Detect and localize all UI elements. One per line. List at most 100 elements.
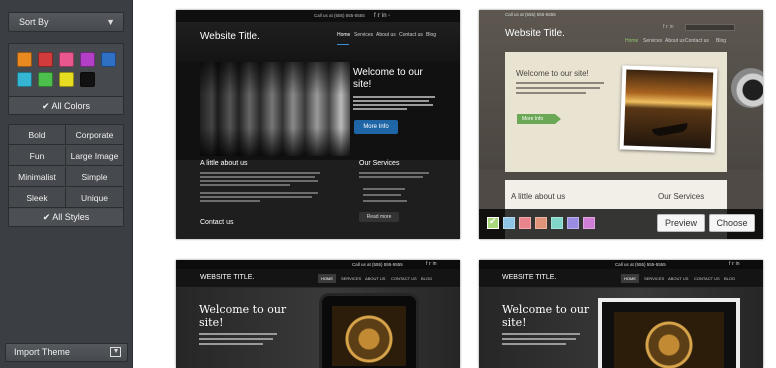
- about-heading: A little about us: [511, 192, 566, 201]
- style-option-minimalist[interactable]: Minimalist: [9, 167, 66, 187]
- theme-filter-sidebar: Sort By ▼ ✔ All Colors Bold Corporate Fu…: [0, 0, 133, 368]
- lorem-line: [516, 92, 586, 94]
- services-heading: Our Services: [359, 160, 400, 167]
- style-option-fun[interactable]: Fun: [9, 146, 66, 166]
- theme-nav-home: Home: [337, 32, 351, 38]
- color-swatch-cyan[interactable]: [17, 72, 32, 87]
- hero-heading-line1: Welcome to our: [199, 303, 287, 316]
- theme-nav-contact: Contact us: [399, 32, 423, 38]
- color-swatch-green[interactable]: [38, 72, 53, 87]
- sort-by-dropdown[interactable]: Sort By ▼: [8, 12, 124, 32]
- hero-heading-line1: Welcome to our: [353, 67, 423, 78]
- lorem-line: [502, 343, 566, 345]
- style-option-simple[interactable]: Simple: [66, 167, 123, 187]
- color-swatch-pink[interactable]: [59, 52, 74, 67]
- check-icon: ✔: [41, 101, 50, 111]
- theme-nav-blog: BLOG: [724, 276, 736, 281]
- all-styles-button[interactable]: ✔ All Styles: [9, 209, 123, 226]
- lorem-line: [363, 200, 407, 202]
- color-swatch-yellow[interactable]: [59, 72, 74, 87]
- lorem-line: [502, 333, 580, 335]
- theme-nav-services: Services: [354, 32, 374, 38]
- hero-heading: Welcome to our site!: [516, 69, 589, 78]
- all-colors-label: All Colors: [51, 101, 91, 111]
- theme-nav-about: ABOUT US: [365, 276, 386, 281]
- theme-contact-text: Call us at (555) 555-5555: [615, 262, 666, 267]
- palette-swatch-5[interactable]: [551, 217, 563, 229]
- lorem-line: [199, 333, 277, 335]
- color-swatch-orange[interactable]: [17, 52, 32, 67]
- theme-nav-services: SERVICES: [341, 276, 362, 281]
- theme-contact-text: Call us at (555) 555-5555: [352, 262, 403, 267]
- import-icon: [110, 347, 121, 357]
- choose-button[interactable]: Choose: [709, 214, 755, 232]
- magnifier-icon: [731, 68, 763, 108]
- theme-card-4[interactable]: Call us at (555) 555-5555 f 𝕣 in WEBSITE…: [479, 260, 763, 368]
- palette-swatch-1[interactable]: ✔: [487, 216, 499, 229]
- social-icons: f 𝕣 in: [729, 261, 740, 267]
- all-styles-label: All Styles: [52, 212, 90, 222]
- lorem-line: [200, 200, 260, 202]
- lorem-line: [363, 188, 405, 190]
- theme-card-3[interactable]: Call us at (555) 555-5555 f 𝕣 in WEBSITE…: [176, 260, 460, 368]
- services-heading: Our Services: [658, 192, 705, 201]
- color-swatch-red[interactable]: [38, 52, 53, 67]
- theme-search-box: [685, 24, 735, 31]
- theme-topbar: [176, 260, 460, 269]
- style-option-large-image[interactable]: Large Image: [66, 146, 123, 166]
- style-option-bold[interactable]: Bold: [9, 125, 66, 145]
- theme-site-title: WEBSITE TITLE.: [502, 274, 557, 281]
- theme-contact-text: Call us at (555) 555-5555: [314, 13, 365, 18]
- hero-heading-line1: Welcome to our: [502, 303, 590, 316]
- lorem-line: [353, 104, 433, 106]
- import-theme-button[interactable]: Import Theme: [5, 343, 128, 362]
- framed-guitar-image: [598, 298, 740, 368]
- theme-nav-contact: Contact us: [685, 38, 709, 44]
- palette-swatch-6[interactable]: [567, 217, 579, 229]
- theme-nav-services: Services: [643, 38, 663, 44]
- palette-swatch-4[interactable]: [535, 217, 547, 229]
- lorem-line: [353, 108, 407, 110]
- lake-photo: [619, 65, 718, 153]
- theme-nav-contact: CONTACT US: [694, 276, 720, 281]
- theme-nav-services: SERVICES: [644, 276, 665, 281]
- theme-card-1[interactable]: Call us at (555) 555-5555 f 𝕣 in ◦ Websi…: [176, 10, 460, 239]
- all-colors-button[interactable]: ✔ All Colors: [9, 96, 123, 114]
- theme-nav-about: About us: [665, 38, 685, 44]
- theme-card-2[interactable]: Call us at (555) 555-5555 Website Title.…: [479, 10, 763, 239]
- tablet-image: [319, 293, 419, 368]
- style-option-sleek[interactable]: Sleek: [9, 188, 66, 208]
- theme-nav-home: HOME: [318, 274, 336, 283]
- lorem-line: [353, 100, 429, 102]
- social-icons: f 𝕣 in: [663, 24, 674, 30]
- theme-header: [176, 22, 460, 62]
- check-icon: ✔: [42, 212, 51, 222]
- lorem-line: [516, 82, 604, 84]
- forest-image: [200, 62, 350, 156]
- lorem-line: [200, 172, 320, 174]
- hero-heading-line2: site!: [199, 316, 224, 329]
- theme-site-title: WEBSITE TITLE.: [200, 274, 255, 281]
- style-option-corporate[interactable]: Corporate: [66, 125, 123, 145]
- style-option-unique[interactable]: Unique: [66, 188, 123, 208]
- lorem-line: [199, 343, 263, 345]
- lorem-line: [200, 180, 318, 182]
- hero-heading-line2: site!: [502, 316, 527, 329]
- lorem-line: [359, 176, 423, 178]
- check-icon: ✔: [489, 216, 497, 226]
- preview-button[interactable]: Preview: [657, 214, 705, 232]
- theme-nav-blog: Blog: [426, 32, 437, 38]
- more-info-button: More Info: [517, 114, 561, 124]
- color-swatch-blue[interactable]: [101, 52, 116, 67]
- color-swatch-purple[interactable]: [80, 52, 95, 67]
- theme-nav-about: ABOUT US: [668, 276, 689, 281]
- theme-contact-text: Call us at (555) 555-5555: [505, 12, 556, 17]
- lorem-line: [353, 96, 435, 98]
- palette-swatch-2[interactable]: [503, 217, 515, 229]
- palette-swatch-3[interactable]: [519, 217, 531, 229]
- palette-swatch-7[interactable]: [583, 217, 595, 229]
- color-swatch-black[interactable]: [80, 72, 95, 87]
- style-filter-panel: Bold Corporate Fun Large Image Minimalis…: [8, 124, 124, 227]
- sort-by-label: Sort By: [19, 17, 49, 27]
- hero-heading-line2: site!: [353, 79, 372, 90]
